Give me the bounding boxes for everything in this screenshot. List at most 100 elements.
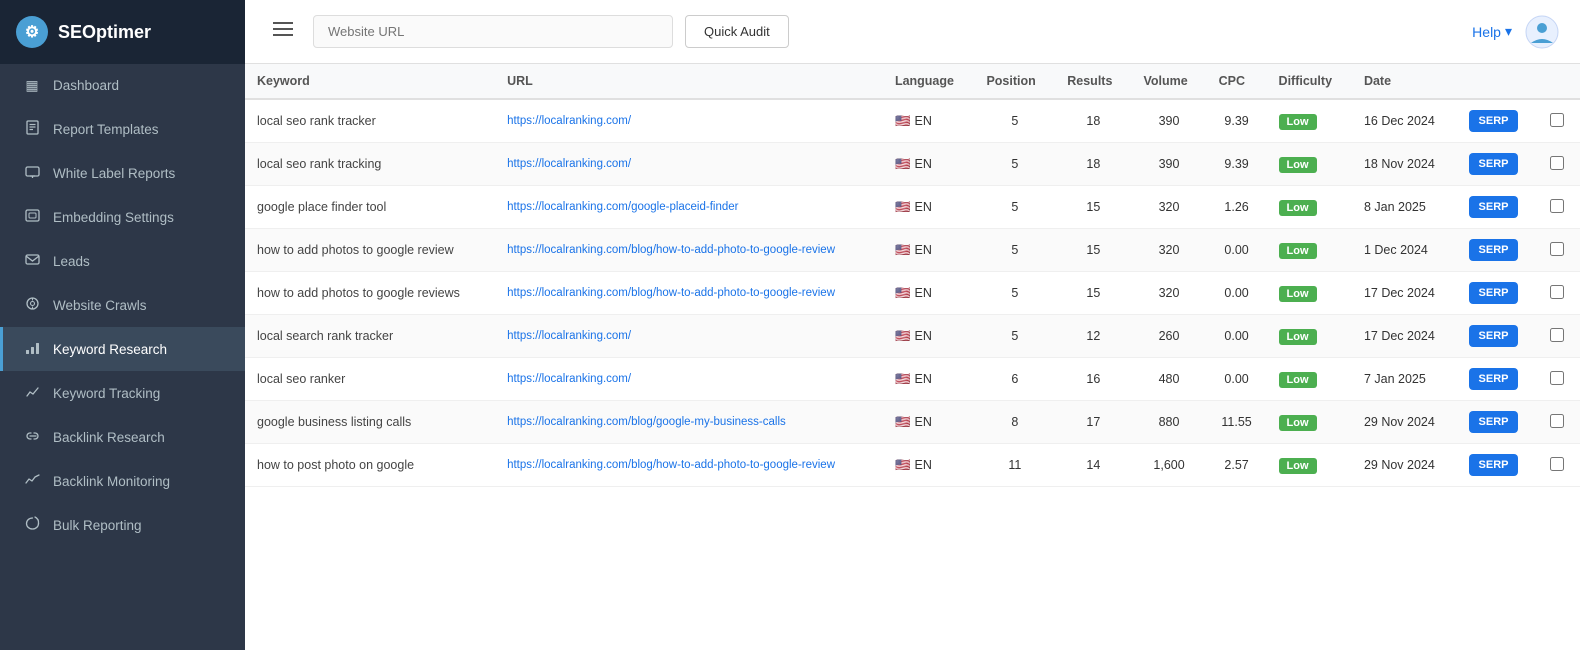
row-checkbox[interactable] (1550, 414, 1564, 428)
url-cell: https://localranking.com/blog/how-to-add… (495, 444, 883, 487)
url-cell: https://localranking.com/google-placeid-… (495, 186, 883, 229)
table-row: local seo ranker https://localranking.co… (245, 358, 1580, 401)
serp-button[interactable]: SERP (1469, 411, 1519, 433)
date-cell: 1 Dec 2024 (1352, 229, 1457, 272)
serp-button[interactable]: SERP (1469, 325, 1519, 347)
serp-button[interactable]: SERP (1469, 454, 1519, 476)
checkbox-cell (1538, 99, 1580, 143)
sidebar-item-keyword-tracking[interactable]: Keyword Tracking (0, 371, 245, 415)
sidebar-item-embedding[interactable]: Embedding Settings (0, 195, 245, 239)
serp-button[interactable]: SERP (1469, 196, 1519, 218)
lang-cell: 🇺🇸 EN (883, 143, 975, 186)
cpc-cell: 9.39 (1207, 143, 1267, 186)
results-cell: 18 (1055, 143, 1131, 186)
results-cell: 17 (1055, 401, 1131, 444)
lang-label: EN (915, 114, 932, 128)
flag-text: 🇺🇸 EN (895, 458, 932, 473)
checkbox-cell (1538, 444, 1580, 487)
flag-text: 🇺🇸 EN (895, 157, 932, 172)
hamburger-button[interactable] (265, 16, 301, 47)
keyword-cell: how to add photos to google review (245, 229, 495, 272)
checkbox-cell (1538, 272, 1580, 315)
col-lang: Language (883, 64, 975, 99)
position-cell: 8 (974, 401, 1055, 444)
results-cell: 14 (1055, 444, 1131, 487)
date-cell: 16 Dec 2024 (1352, 99, 1457, 143)
row-checkbox[interactable] (1550, 328, 1564, 342)
flag-icon: 🇺🇸 (895, 286, 911, 301)
difficulty-badge: Low (1279, 157, 1317, 173)
flag-text: 🇺🇸 EN (895, 200, 932, 215)
row-checkbox[interactable] (1550, 242, 1564, 256)
difficulty-cell: Low (1267, 99, 1352, 143)
bulk-reporting-icon (23, 516, 41, 534)
help-button[interactable]: Help ▾ (1472, 23, 1512, 40)
sidebar-item-keyword-research[interactable]: Keyword Research (0, 327, 245, 371)
sidebar-item-white-label[interactable]: White Label Reports (0, 151, 245, 195)
lang-cell: 🇺🇸 EN (883, 186, 975, 229)
difficulty-badge: Low (1279, 200, 1317, 216)
keyword-cell: how to post photo on google (245, 444, 495, 487)
position-cell: 5 (974, 315, 1055, 358)
content-area: Keyword URL Language Position Results Vo… (245, 64, 1580, 650)
lang-label: EN (915, 286, 932, 300)
sidebar-item-label: Keyword Research (53, 342, 167, 357)
results-cell: 16 (1055, 358, 1131, 401)
difficulty-cell: Low (1267, 143, 1352, 186)
serp-button[interactable]: SERP (1469, 282, 1519, 304)
flag-text: 🇺🇸 EN (895, 286, 932, 301)
sidebar-item-label: Keyword Tracking (53, 386, 160, 401)
sidebar-item-dashboard[interactable]: ▦ Dashboard (0, 64, 245, 107)
difficulty-badge: Low (1279, 286, 1317, 302)
user-avatar-icon[interactable] (1524, 14, 1560, 50)
table-row: how to add photos to google reviews http… (245, 272, 1580, 315)
serp-button[interactable]: SERP (1469, 153, 1519, 175)
lang-cell: 🇺🇸 EN (883, 358, 975, 401)
table-row: how to add photos to google review https… (245, 229, 1580, 272)
keyword-tracking-icon (23, 384, 41, 402)
sidebar-logo: ⚙ SEOptimer (0, 0, 245, 64)
date-cell: 17 Dec 2024 (1352, 315, 1457, 358)
sidebar-item-backlink-monitoring[interactable]: Backlink Monitoring (0, 459, 245, 503)
help-label: Help (1472, 24, 1501, 40)
sidebar-item-leads[interactable]: Leads (0, 239, 245, 283)
cpc-cell: 0.00 (1207, 229, 1267, 272)
keyword-table: Keyword URL Language Position Results Vo… (245, 64, 1580, 487)
table-row: local seo rank tracker https://localrank… (245, 99, 1580, 143)
serp-cell: SERP (1457, 401, 1539, 444)
sidebar-item-report-templates[interactable]: Report Templates (0, 107, 245, 151)
sidebar-item-backlink-research[interactable]: Backlink Research (0, 415, 245, 459)
sidebar-item-label: Bulk Reporting (53, 518, 142, 533)
row-checkbox[interactable] (1550, 113, 1564, 127)
lang-label: EN (915, 243, 932, 257)
header: Quick Audit Help ▾ (245, 0, 1580, 64)
date-cell: 7 Jan 2025 (1352, 358, 1457, 401)
quick-audit-button[interactable]: Quick Audit (685, 15, 789, 48)
cpc-cell: 0.00 (1207, 272, 1267, 315)
row-checkbox[interactable] (1550, 156, 1564, 170)
url-input[interactable] (313, 15, 673, 48)
difficulty-cell: Low (1267, 358, 1352, 401)
row-checkbox[interactable] (1550, 199, 1564, 213)
lang-label: EN (915, 157, 932, 171)
sidebar-item-label: Backlink Research (53, 430, 165, 445)
help-chevron-icon: ▾ (1505, 23, 1512, 40)
url-cell: https://localranking.com/blog/how-to-add… (495, 272, 883, 315)
volume-cell: 320 (1131, 229, 1206, 272)
serp-button[interactable]: SERP (1469, 110, 1519, 132)
sidebar-item-bulk-reporting[interactable]: Bulk Reporting (0, 503, 245, 547)
lang-cell: 🇺🇸 EN (883, 99, 975, 143)
serp-cell: SERP (1457, 315, 1539, 358)
flag-icon: 🇺🇸 (895, 329, 911, 344)
sidebar-item-website-crawls[interactable]: Website Crawls (0, 283, 245, 327)
lang-label: EN (915, 458, 932, 472)
table-row: how to post photo on google https://loca… (245, 444, 1580, 487)
logo-text: SEOptimer (58, 22, 151, 43)
row-checkbox[interactable] (1550, 285, 1564, 299)
row-checkbox[interactable] (1550, 457, 1564, 471)
serp-button[interactable]: SERP (1469, 368, 1519, 390)
serp-button[interactable]: SERP (1469, 239, 1519, 261)
row-checkbox[interactable] (1550, 371, 1564, 385)
flag-icon: 🇺🇸 (895, 114, 911, 129)
col-cpc: CPC (1207, 64, 1267, 99)
